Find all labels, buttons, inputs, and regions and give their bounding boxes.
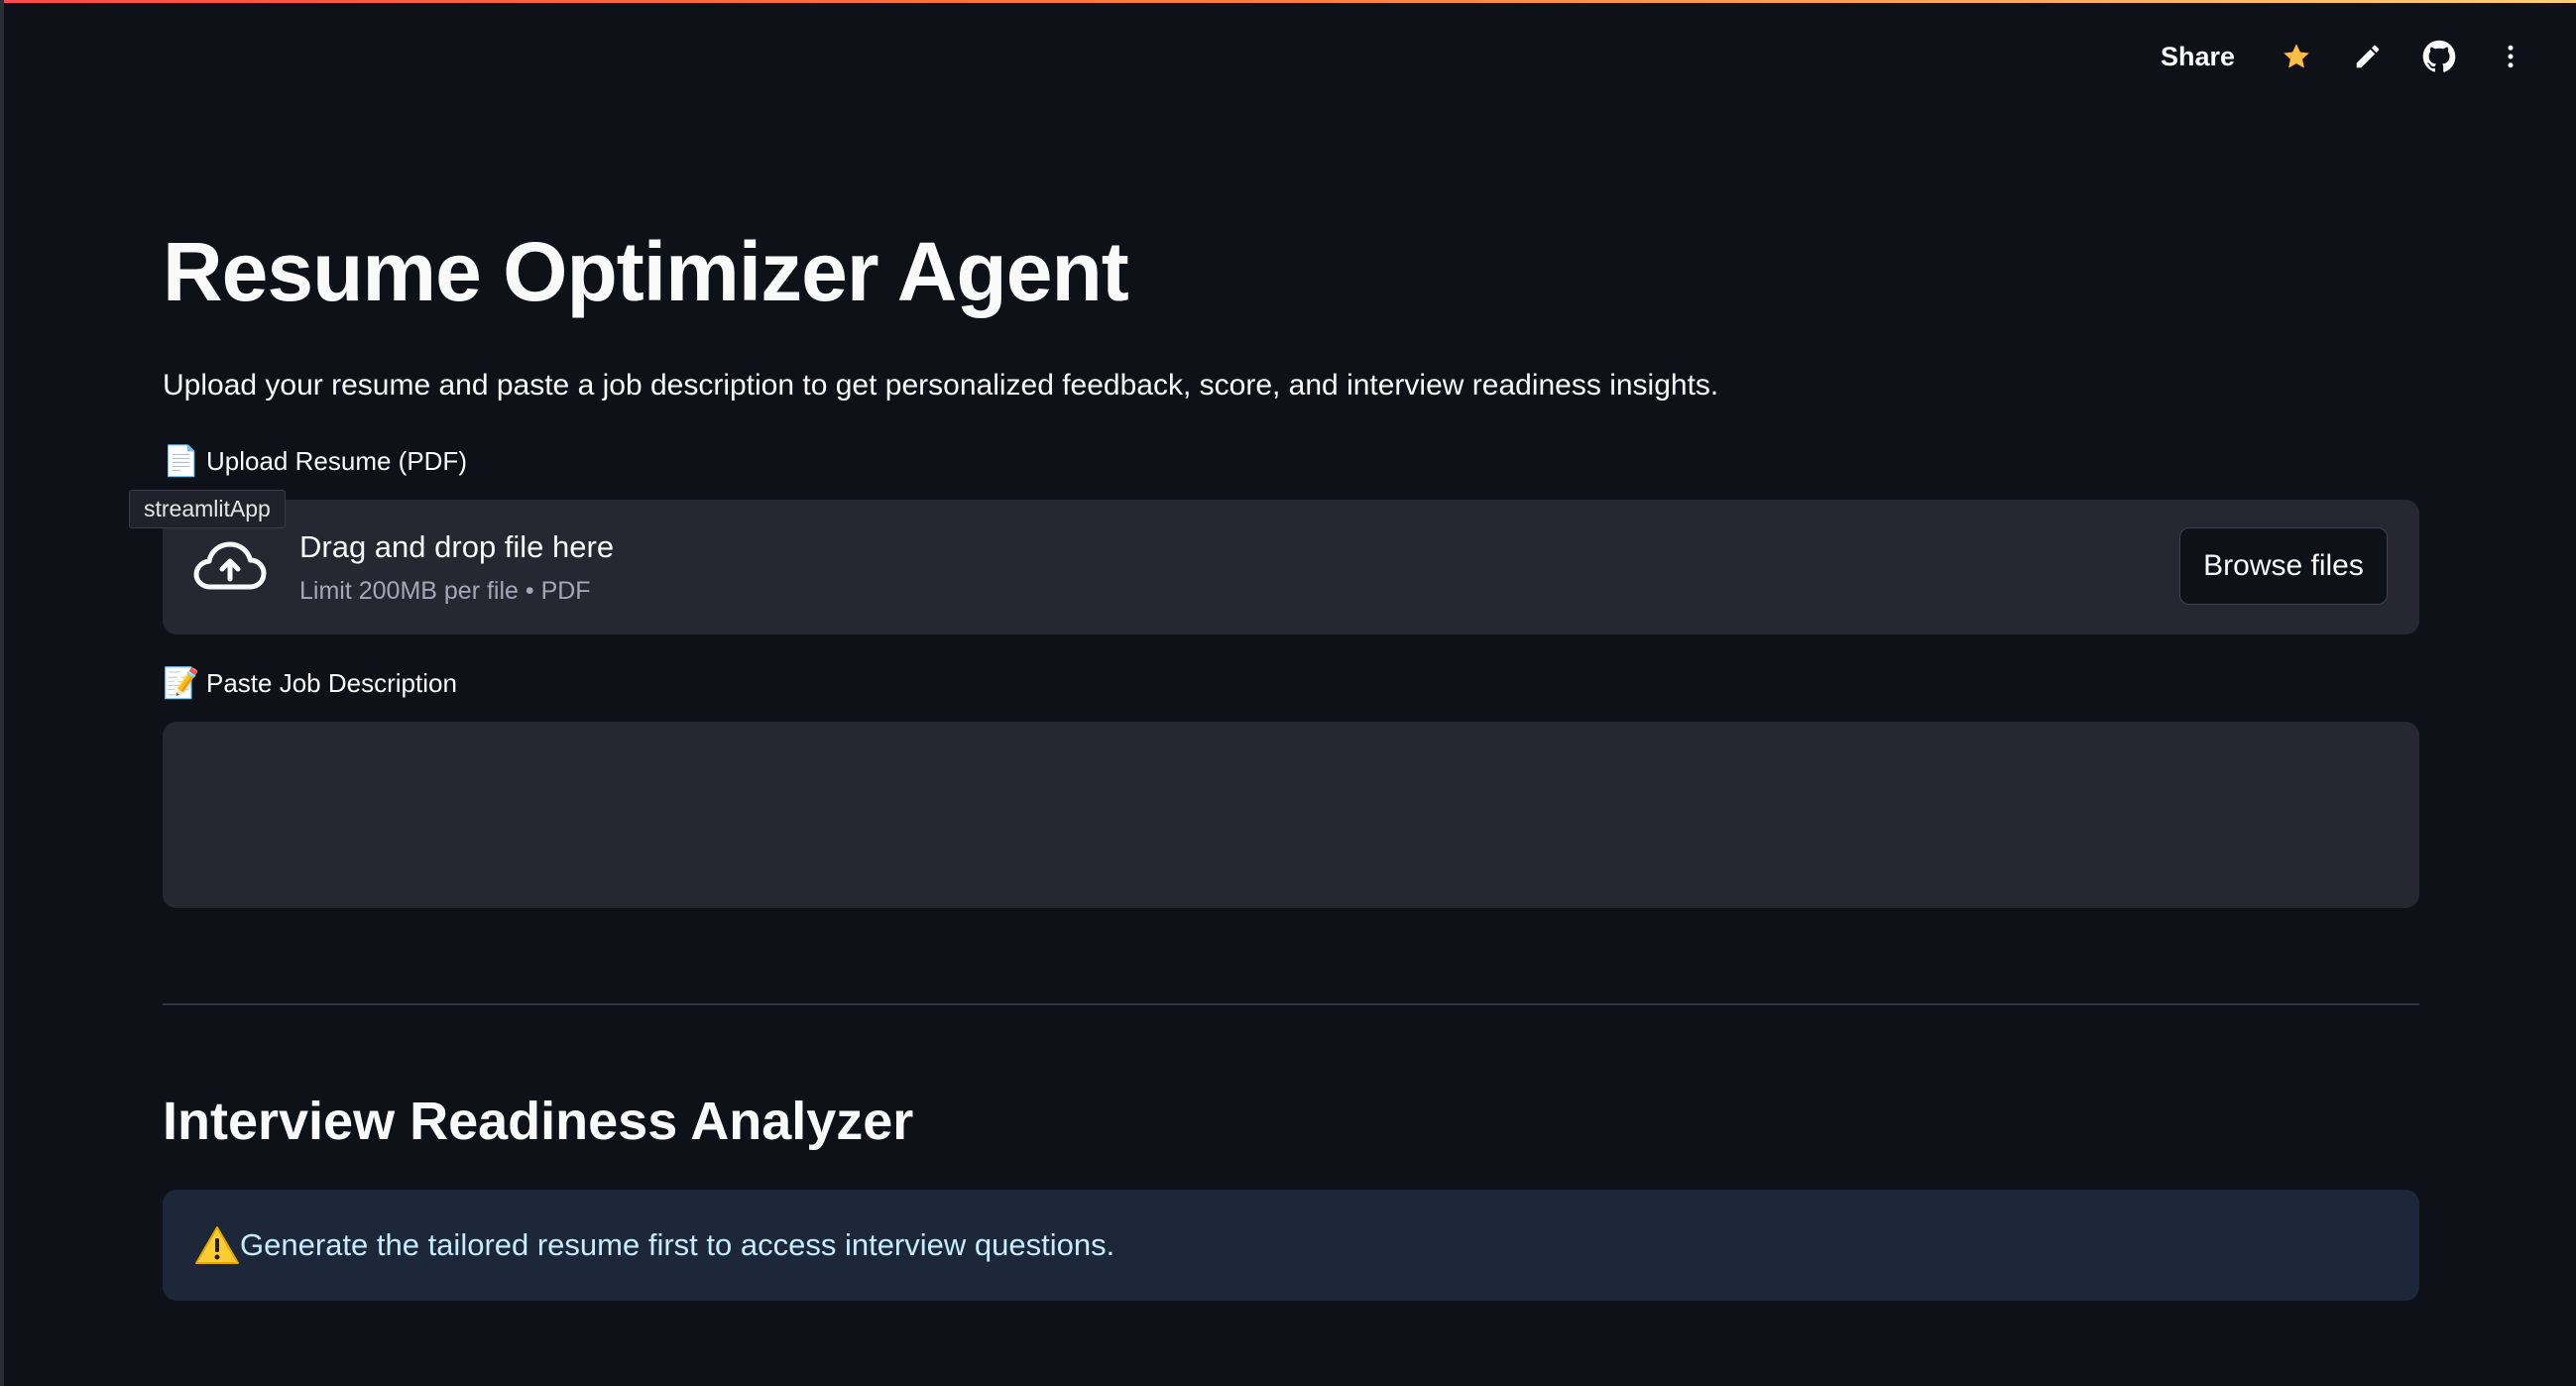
toolbar: Share xyxy=(2161,30,2546,83)
page-subtitle: Upload your resume and paste a job descr… xyxy=(163,369,1719,402)
upload-resume-label-text: Upload Resume (PDF) xyxy=(206,446,467,476)
warning-alert: Generate the tailored resume first to ac… xyxy=(163,1190,2419,1301)
top-decoration-bar xyxy=(0,0,2576,3)
share-button[interactable]: Share xyxy=(2161,42,2261,72)
memo-icon: 📝 xyxy=(163,667,200,700)
section-divider xyxy=(163,1003,2419,1005)
file-dropzone[interactable]: Drag and drop file here Limit 200MB per … xyxy=(163,500,2419,635)
tooltip: streamlitApp xyxy=(129,490,286,528)
app-window: Share Resume Optimizer Agent Upload your… xyxy=(0,0,2576,1386)
left-edge-border xyxy=(0,0,4,1386)
dropzone-limit-text: Limit 200MB per file • PDF xyxy=(299,577,591,605)
cloud-upload-icon xyxy=(193,541,267,590)
dropzone-title: Drag and drop file here xyxy=(299,529,615,564)
more-vertical-icon[interactable] xyxy=(2475,30,2546,83)
section-title-interview: Interview Readiness Analyzer xyxy=(163,1092,914,1151)
github-icon[interactable] xyxy=(2403,30,2475,83)
pencil-icon[interactable] xyxy=(2332,30,2403,83)
page-title: Resume Optimizer Agent xyxy=(163,225,1129,318)
warning-alert-text: Generate the tailored resume first to ac… xyxy=(240,1227,1115,1262)
job-description-label: 📝 Paste Job Description xyxy=(163,666,457,701)
job-description-label-text: Paste Job Description xyxy=(206,668,457,698)
browse-files-button[interactable]: Browse files xyxy=(2179,527,2388,605)
star-icon[interactable] xyxy=(2261,30,2332,83)
warning-icon xyxy=(195,1226,239,1264)
upload-resume-label: 📄 Upload Resume (PDF) xyxy=(163,444,467,479)
document-icon: 📄 xyxy=(163,445,200,478)
job-description-textarea[interactable] xyxy=(163,722,2419,908)
